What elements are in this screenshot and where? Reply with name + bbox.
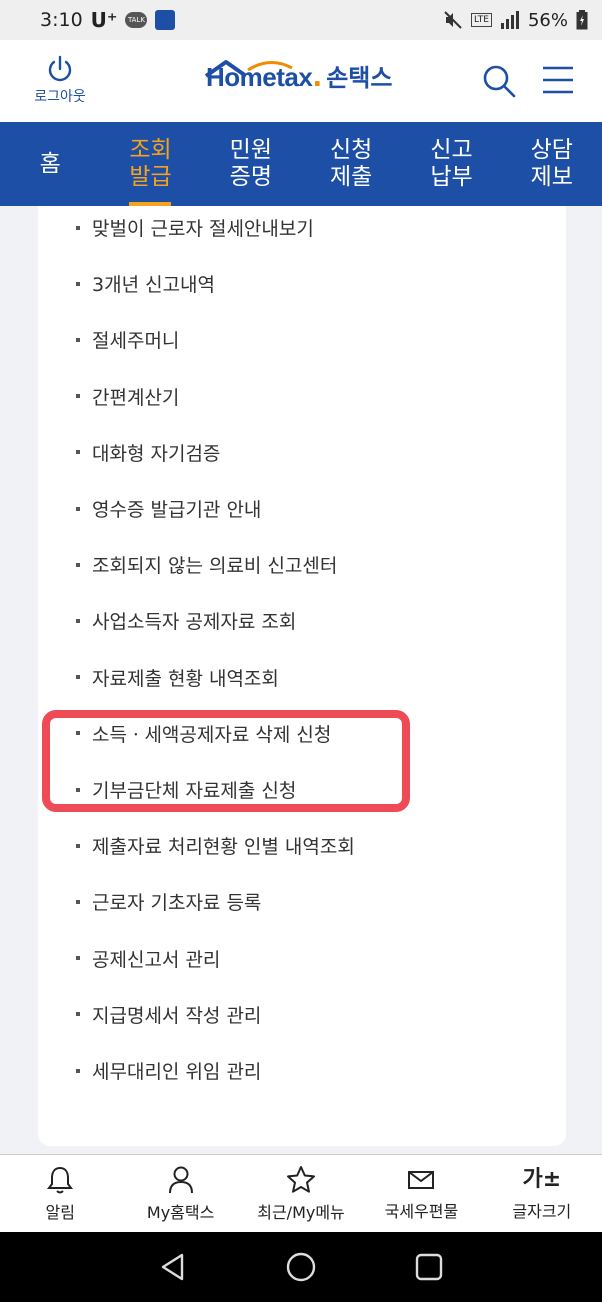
power-icon bbox=[48, 55, 72, 82]
font-size-icon: 가± bbox=[522, 1166, 562, 1192]
menu-item[interactable]: 영수증 발급기관 안내 bbox=[76, 495, 261, 522]
menu-item-label: 공제신고서 관리 bbox=[92, 948, 221, 971]
lte-icon: LTE bbox=[471, 13, 492, 27]
hamburger-icon bbox=[543, 66, 573, 94]
search-icon bbox=[483, 65, 516, 98]
bullet-icon bbox=[76, 899, 80, 904]
menu-item-label: 세무대리인 위임 관리 bbox=[92, 1061, 262, 1083]
person-icon bbox=[168, 1166, 193, 1193]
logo-dot: . bbox=[312, 63, 323, 93]
carrier-label: U⁺ bbox=[90, 8, 118, 32]
bullet-icon bbox=[76, 337, 80, 342]
bottom-label-font-size: 글자크기 bbox=[512, 1201, 572, 1221]
battery-percent: 56% bbox=[527, 9, 568, 31]
highlight-box bbox=[42, 710, 410, 812]
menu-item-label: 영수증 발급기관 안내 bbox=[92, 499, 262, 521]
app-header: 로그아웃 Hometax . 손택스 bbox=[0, 40, 602, 122]
bullet-icon bbox=[76, 956, 80, 961]
bottom-toolbar: 알림 My홈택스 최근/My메뉴 국세우편물 가± 글자크기 bbox=[0, 1154, 602, 1232]
bullet-icon bbox=[76, 506, 80, 511]
bullet-icon bbox=[76, 843, 80, 848]
menu-item[interactable]: 맞벌이 근로자 절세안내보기 bbox=[76, 214, 314, 241]
menu-item-label: 절세주머니 bbox=[92, 330, 180, 353]
bullet-icon bbox=[76, 562, 80, 567]
bullet-icon bbox=[76, 1068, 80, 1073]
bullet-icon bbox=[76, 675, 80, 680]
logo-text-kr: 손택스 bbox=[326, 64, 393, 92]
bottom-item-my-hometax[interactable]: My홈택스 bbox=[120, 1155, 240, 1232]
mail-icon bbox=[408, 1170, 435, 1189]
mute-icon bbox=[444, 11, 462, 29]
nav-tab-consult-report[interactable]: 상담 제보 bbox=[502, 122, 602, 206]
menu-item[interactable]: 절세주머니 bbox=[76, 326, 179, 353]
logo-roof-decoration bbox=[204, 60, 293, 78]
status-bar: 3:10 U⁺ TALK LTE 56% bbox=[0, 0, 602, 40]
hometax-app-icon bbox=[155, 10, 176, 30]
bullet-icon bbox=[76, 225, 80, 230]
bottom-item-recent-menu[interactable]: 최근/My메뉴 bbox=[241, 1155, 361, 1232]
menu-item-label: 3개년 신고내역 bbox=[92, 274, 216, 297]
nav-tab-civil-certificate[interactable]: 민원 증명 bbox=[201, 122, 301, 206]
bottom-item-alerts[interactable]: 알림 bbox=[0, 1155, 120, 1232]
menu-item[interactable]: 간편계산기 bbox=[76, 383, 179, 410]
menu-item[interactable]: 공제신고서 관리 bbox=[76, 945, 220, 972]
bottom-item-font-size[interactable]: 가± 글자크기 bbox=[482, 1155, 602, 1232]
bottom-label-tax-mail: 국세우편물 bbox=[384, 1201, 459, 1221]
system-nav-bar bbox=[0, 1232, 602, 1302]
content-area: 맞벌이 근로자 절세안내보기 3개년 신고내역절세주머니간편계산기대화형 자기검증… bbox=[0, 206, 602, 1154]
bullet-icon bbox=[76, 394, 80, 399]
nav-tab-home[interactable]: 홈 bbox=[0, 122, 100, 206]
logout-button[interactable]: 로그아웃 bbox=[24, 54, 96, 106]
kakaotalk-icon: TALK bbox=[125, 12, 148, 28]
bottom-label-recent-menu: 최근/My메뉴 bbox=[257, 1202, 345, 1222]
menu-card: 맞벌이 근로자 절세안내보기 3개년 신고내역절세주머니간편계산기대화형 자기검증… bbox=[38, 206, 566, 1146]
nav-tab-apply-submit[interactable]: 신청 제출 bbox=[301, 122, 401, 206]
menu-item[interactable]: 대화형 자기검증 bbox=[76, 439, 220, 466]
menu-item[interactable]: 지급명세서 작성 관리 bbox=[76, 1001, 261, 1028]
menu-item-label: 간편계산기 bbox=[92, 386, 180, 409]
menu-item-label: 맞벌이 근로자 절세안내보기 bbox=[92, 218, 314, 240]
menu-item-label: 조회되지 않는 의료비 신고센터 bbox=[92, 555, 338, 578]
menu-item[interactable]: 사업소득자 공제자료 조회 bbox=[76, 607, 296, 634]
battery-icon bbox=[576, 10, 588, 30]
star-icon bbox=[287, 1165, 316, 1193]
menu-item[interactable]: 3개년 신고내역 bbox=[76, 270, 215, 297]
menu-item-label: 사업소득자 공제자료 조회 bbox=[92, 611, 297, 634]
bullet-icon bbox=[76, 281, 80, 286]
hamburger-menu-button[interactable] bbox=[542, 66, 574, 98]
menu-item[interactable]: 자료제출 현황 내역조회 bbox=[76, 664, 279, 691]
search-button[interactable] bbox=[482, 64, 516, 102]
bottom-label-my-hometax: My홈택스 bbox=[146, 1202, 215, 1222]
nav-tab-report-pay[interactable]: 신고 납부 bbox=[401, 122, 501, 206]
recent-apps-icon[interactable] bbox=[414, 1252, 444, 1282]
menu-item[interactable]: 제출자료 처리현황 인별 내역조회 bbox=[76, 832, 355, 859]
bell-icon bbox=[47, 1166, 74, 1193]
menu-item-label: 제출자료 처리현황 인별 내역조회 bbox=[92, 836, 355, 859]
menu-item[interactable]: 근로자 기초자료 등록 bbox=[76, 888, 261, 915]
logout-label: 로그아웃 bbox=[34, 89, 86, 105]
menu-item-label: 자료제출 현황 내역조회 bbox=[92, 667, 279, 690]
menu-item[interactable]: 세무대리인 위임 관리 bbox=[76, 1057, 261, 1084]
bullet-icon bbox=[76, 618, 80, 623]
menu-item-label: 지급명세서 작성 관리 bbox=[92, 1004, 262, 1027]
bullet-icon bbox=[76, 1012, 80, 1017]
menu-item-label: 대화형 자기검증 bbox=[92, 442, 221, 465]
bullet-icon bbox=[76, 450, 80, 455]
menu-item-label: 근로자 기초자료 등록 bbox=[92, 892, 262, 915]
menu-item[interactable]: 조회되지 않는 의료비 신고센터 bbox=[76, 551, 337, 578]
main-nav: 홈 조회 발급 민원 증명 신청 제출 신고 납부 상담 제보 bbox=[0, 122, 602, 206]
home-circle-icon[interactable] bbox=[285, 1251, 317, 1283]
back-icon[interactable] bbox=[158, 1252, 188, 1282]
status-time: 3:10 bbox=[40, 9, 83, 31]
signal-icon bbox=[500, 11, 519, 29]
nav-tab-inquiry-issue[interactable]: 조회 발급 bbox=[100, 122, 200, 206]
bottom-item-tax-mail[interactable]: 국세우편물 bbox=[361, 1155, 481, 1232]
bottom-label-alerts: 알림 bbox=[45, 1202, 75, 1222]
